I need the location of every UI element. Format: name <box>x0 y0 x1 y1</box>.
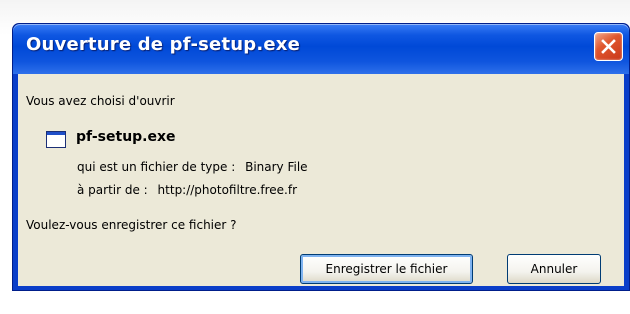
save-file-button[interactable]: Enregistrer le fichier <box>300 254 473 284</box>
close-icon <box>601 39 616 54</box>
page: Ouverture de pf-setup.exe Vous avez choi… <box>0 0 630 314</box>
intro-text: Vous avez choisi d'ouvrir <box>26 94 175 108</box>
file-source-value: http://photofiltre.free.fr <box>157 183 298 197</box>
file-type-value: Binary File <box>245 160 308 174</box>
file-source-line: à partir de : http://photofiltre.free.fr <box>77 183 297 197</box>
title-bar[interactable]: Ouverture de pf-setup.exe <box>13 24 629 74</box>
download-dialog: Ouverture de pf-setup.exe Vous avez choi… <box>12 23 630 291</box>
file-name: pf-setup.exe <box>76 129 176 145</box>
save-question: Voulez-vous enregistrer ce fichier ? <box>26 218 237 232</box>
cancel-button[interactable]: Annuler <box>507 254 601 284</box>
close-button[interactable] <box>594 32 623 61</box>
file-type-label: qui est un fichier de type : <box>77 160 236 174</box>
dialog-title: Ouverture de pf-setup.exe <box>26 34 301 55</box>
application-window-icon <box>46 131 66 148</box>
dialog-content: Vous avez choisi d'ouvrir pf-setup.exe q… <box>18 74 624 286</box>
file-source-label: à partir de : <box>77 183 148 197</box>
file-type-line: qui est un fichier de type : Binary File <box>77 160 308 174</box>
